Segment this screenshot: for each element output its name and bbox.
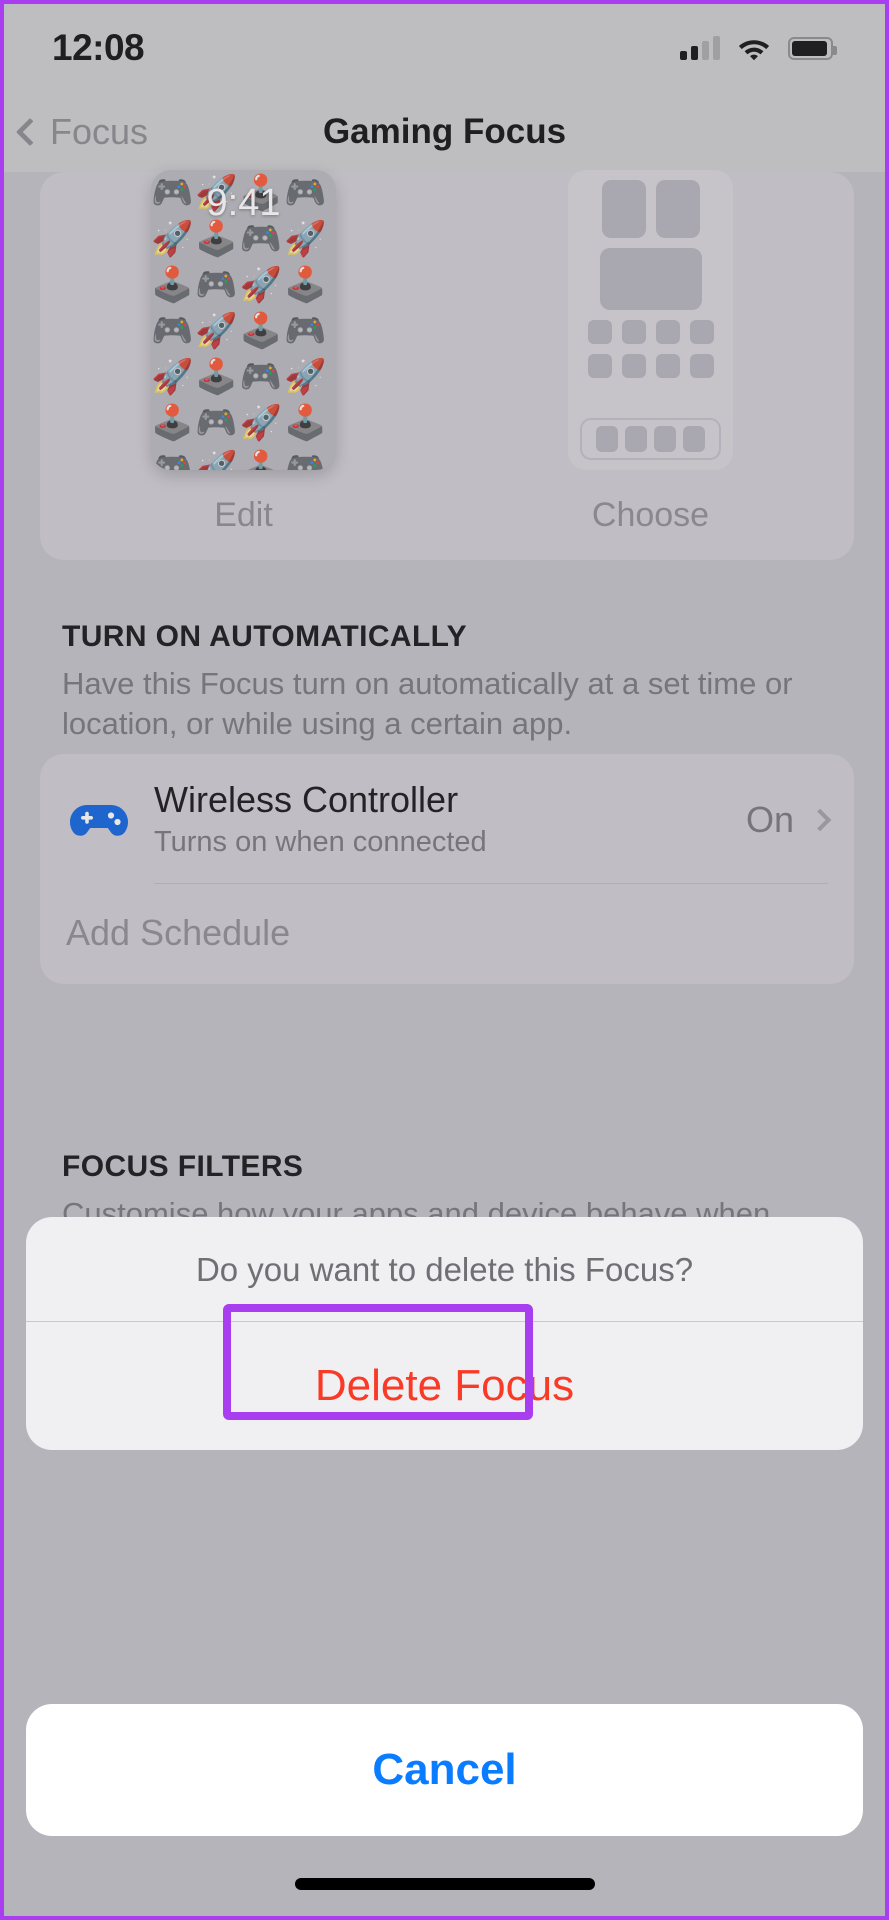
delete-focus-button[interactable]: Delete Focus [26,1304,863,1450]
iphone-screen: 12:08 Focus Gaming Focus 🎮🚀🕹️🎮🚀🕹️🎮🚀🕹️🎮🚀🕹… [0,0,889,1920]
action-sheet-dimming-overlay[interactable] [4,4,885,1916]
delete-focus-action-sheet: Do you want to delete this Focus? Delete… [26,1217,863,1450]
home-indicator[interactable] [294,1878,595,1890]
cancel-button[interactable]: Cancel [26,1704,863,1836]
delete-focus-label: Delete Focus [314,1361,575,1410]
cancel-label: Cancel [372,1745,517,1794]
action-sheet-title: Do you want to delete this Focus? [195,1251,694,1288]
